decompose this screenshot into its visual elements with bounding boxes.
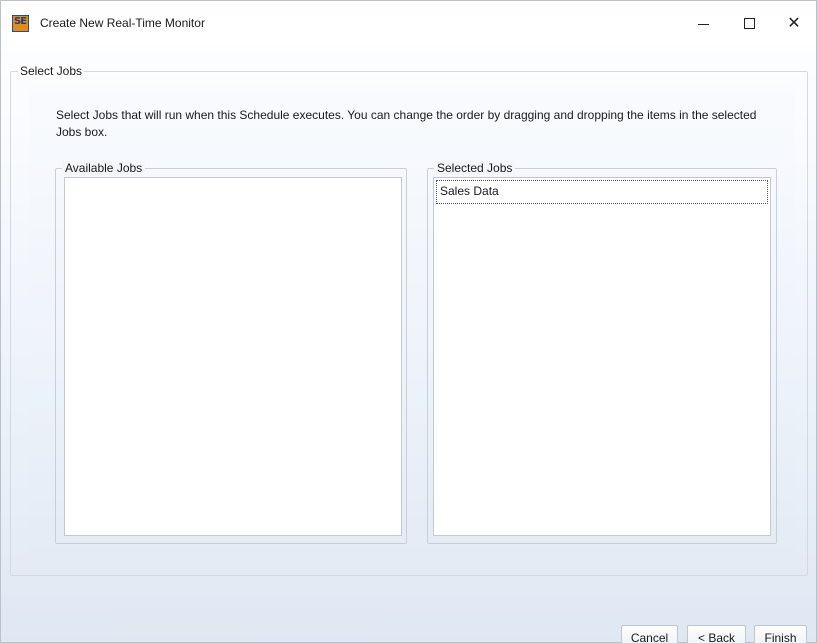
close-icon: ✕ [787, 13, 801, 32]
dialog-window: SE Create New Real-Time Monitor ✕ Select… [0, 0, 817, 643]
app-logo-text: SE [14, 16, 27, 27]
cancel-button[interactable]: Cancel [621, 625, 678, 643]
back-button[interactable]: < Back [687, 625, 746, 643]
title-bar[interactable]: SE Create New Real-Time Monitor ✕ [1, 1, 816, 45]
available-jobs-list[interactable] [64, 177, 402, 536]
minimize-button[interactable] [680, 1, 726, 45]
app-logo-icon: SE [12, 15, 29, 32]
select-jobs-legend: Select Jobs [18, 64, 85, 78]
window-title: Create New Real-Time Monitor [40, 16, 205, 30]
list-item[interactable]: Sales Data [436, 180, 768, 204]
maximize-button[interactable] [726, 1, 772, 45]
selected-jobs-legend: Selected Jobs [434, 161, 516, 175]
available-jobs-legend: Available Jobs [62, 161, 146, 175]
close-button[interactable]: ✕ [771, 1, 817, 45]
minimize-icon [697, 23, 709, 25]
finish-button[interactable]: Finish [754, 625, 807, 643]
instructions-text: Select Jobs that will run when this Sche… [56, 108, 757, 139]
maximize-icon [743, 17, 755, 29]
selected-jobs-list[interactable]: Sales Data [433, 177, 771, 536]
